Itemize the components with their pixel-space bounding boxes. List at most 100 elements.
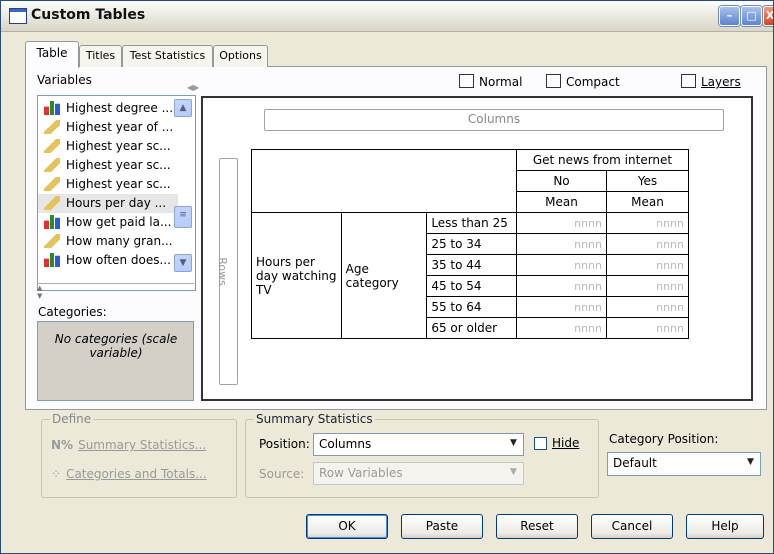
hide-checkbox[interactable]: [534, 437, 547, 450]
list-item[interactable]: Highest year of ...: [38, 118, 178, 137]
summary-statistics-button[interactable]: N% Summary Statistics...: [51, 438, 206, 452]
preview-table: Get news from internet No Yes Mean Mean …: [251, 149, 689, 339]
list-item[interactable]: Highest year sc...: [38, 175, 178, 194]
categories-totals-button[interactable]: ⁘ Categories and Totals...: [51, 467, 207, 481]
scale-ruler-icon: [44, 139, 60, 153]
statistic-header: Mean: [516, 191, 607, 213]
category-position-select[interactable]: Default ▼: [607, 452, 761, 476]
custom-tables-dialog: Custom Tables – □ X Table Titles Test St…: [0, 0, 774, 554]
row-category: Less than 25: [426, 212, 517, 234]
source-select[interactable]: Row Variables ▼: [313, 462, 524, 485]
collapse-arrows-icon[interactable]: ◀▶: [187, 83, 199, 92]
table-corner: [251, 149, 517, 213]
table-cell: nnnn: [606, 233, 689, 255]
tab-test-statistics[interactable]: Test Statistics: [122, 45, 213, 67]
minimize-button[interactable]: –: [719, 6, 740, 26]
scale-ruler-icon: [44, 120, 60, 134]
row-variable-header: Hours per day watching TV: [251, 212, 342, 339]
columns-drop-zone[interactable]: Columns: [264, 109, 724, 131]
summary-stats-icon: N%: [51, 438, 74, 452]
nominal-bar-icon: [44, 215, 60, 229]
compact-view-icon: [546, 74, 561, 88]
paste-button[interactable]: Paste: [401, 514, 483, 539]
normal-view-icon: [459, 74, 474, 88]
row-category: 35 to 44: [426, 254, 517, 276]
chevron-down-icon[interactable]: ▼: [506, 436, 521, 451]
list-item[interactable]: Highest degree ...: [38, 99, 178, 118]
ok-button[interactable]: OK: [306, 514, 388, 539]
categories-box: No categories (scale variable): [37, 321, 194, 401]
table-cell: nnnn: [606, 254, 689, 276]
list-item[interactable]: Highest year sc...: [38, 156, 178, 175]
table-cell: nnnn: [516, 254, 607, 276]
chevron-down-icon[interactable]: ▼: [506, 465, 521, 480]
scroll-down-icon[interactable]: ▼: [174, 254, 192, 272]
categories-text: No categories (scale variable): [54, 332, 178, 360]
row-category: 45 to 54: [426, 275, 517, 297]
rows-drop-zone[interactable]: Rows: [215, 158, 238, 385]
scale-ruler-icon: [44, 177, 60, 191]
title-bar[interactable]: Custom Tables – □ X: [1, 1, 773, 32]
table-cell: nnnn: [606, 296, 689, 318]
define-group-title: Define: [50, 412, 94, 426]
table-cell: nnnn: [516, 275, 607, 297]
source-label: Source:: [259, 467, 305, 481]
scroll-thumb[interactable]: ≡: [174, 206, 192, 228]
categories-label: Categories:: [38, 305, 107, 319]
rows-label: Rows: [215, 257, 229, 286]
chevron-down-icon[interactable]: ▼: [743, 455, 758, 470]
scale-ruler-icon: [44, 196, 60, 210]
variables-label: Variables: [37, 73, 92, 87]
view-compact-option[interactable]: Compact: [546, 74, 620, 89]
row-category: 55 to 64: [426, 296, 517, 318]
categories-icon: ⁘: [51, 467, 62, 481]
layers-toggle[interactable]: Layers: [681, 74, 741, 89]
scroll-up-icon[interactable]: ▲: [174, 99, 192, 117]
maximize-button[interactable]: □: [741, 6, 762, 26]
list-item-selected[interactable]: Hours per day ...: [38, 194, 178, 213]
tab-titles[interactable]: Titles: [79, 45, 122, 67]
list-item[interactable]: How often does...: [38, 251, 178, 270]
row-category: 65 or older: [426, 317, 517, 339]
table-cell: nnnn: [516, 212, 607, 234]
category-position-label: Category Position:: [609, 432, 719, 446]
close-button[interactable]: X: [763, 6, 773, 26]
row-subvariable-header: Age category: [340, 212, 428, 339]
table-cell: nnnn: [606, 212, 689, 234]
summary-statistics-title: Summary Statistics: [254, 412, 375, 426]
row-category: 25 to 34: [426, 233, 517, 255]
help-button[interactable]: Help: [686, 514, 764, 539]
statistic-header: Mean: [606, 191, 689, 213]
tab-table[interactable]: Table: [25, 41, 79, 68]
position-select[interactable]: Columns ▼: [313, 433, 524, 456]
window-icon: [9, 8, 27, 24]
nominal-bar-icon: [44, 101, 60, 115]
view-normal-option[interactable]: Normal: [459, 74, 522, 89]
table-canvas[interactable]: Columns Rows Get news from internet No Y…: [201, 96, 753, 401]
layers-icon: [681, 74, 696, 88]
table-cell: nnnn: [516, 296, 607, 318]
table-cell: nnnn: [606, 275, 689, 297]
summary-statistics-group: Summary Statistics: [245, 412, 599, 498]
tab-options[interactable]: Options: [213, 45, 268, 67]
hide-label: Hide: [552, 436, 580, 450]
window-title: Custom Tables: [31, 7, 146, 23]
variables-list[interactable]: Highest degree ... Highest year of ... H…: [37, 95, 196, 291]
nominal-bar-icon: [44, 253, 60, 267]
define-group: Define: [41, 412, 237, 498]
list-item[interactable]: How many gran...: [38, 232, 178, 251]
position-label: Position:: [259, 437, 310, 451]
variables-label-text: Variables: [37, 73, 92, 87]
table-cell: nnnn: [516, 233, 607, 255]
column-category: No: [516, 170, 607, 192]
scale-ruler-icon: [44, 158, 60, 172]
table-cell: nnnn: [516, 317, 607, 339]
cancel-button[interactable]: Cancel: [591, 514, 673, 539]
splitter-handle[interactable]: ▲ ▼: [37, 283, 194, 300]
list-item[interactable]: Highest year sc...: [38, 137, 178, 156]
scale-ruler-icon: [44, 234, 60, 248]
column-variable-header: Get news from internet: [516, 149, 689, 171]
variables-scrollbar[interactable]: ▲ ≡ ▼: [174, 96, 192, 290]
reset-button[interactable]: Reset: [496, 514, 578, 539]
list-item[interactable]: How get paid la...: [38, 213, 178, 232]
